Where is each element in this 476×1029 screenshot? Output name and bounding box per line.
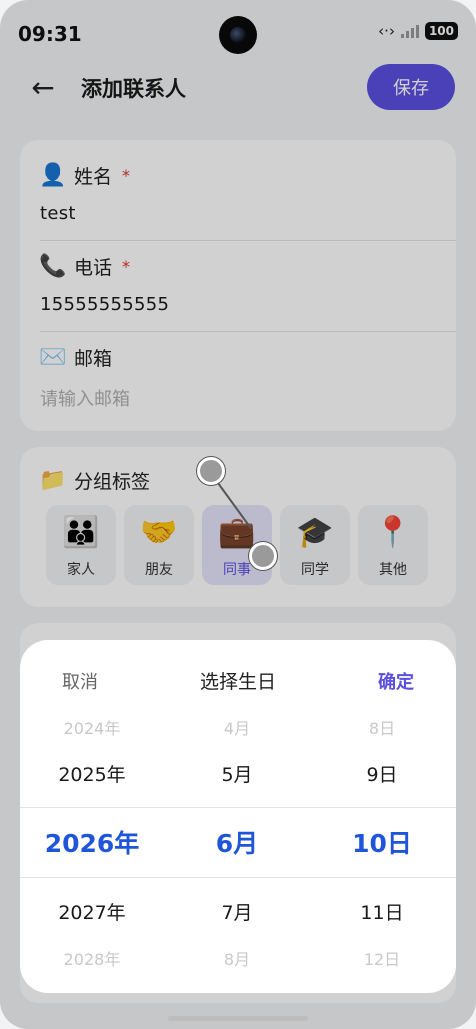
year-option-selected[interactable]: 2026年 <box>22 824 162 860</box>
year-option[interactable]: 2028年 <box>22 946 162 970</box>
confirm-button[interactable]: 确定 <box>378 668 414 694</box>
month-option[interactable]: 8月 <box>167 946 307 970</box>
month-option[interactable]: 4月 <box>167 715 307 739</box>
month-option[interactable]: 7月 <box>167 898 307 925</box>
day-option[interactable]: 11日 <box>312 898 452 925</box>
day-option[interactable]: 12日 <box>312 946 452 970</box>
day-option[interactable]: 9日 <box>312 760 452 787</box>
month-option-selected[interactable]: 6月 <box>167 824 307 860</box>
touch-end-icon <box>249 542 277 570</box>
day-option[interactable]: 8日 <box>312 715 452 739</box>
touch-start-icon <box>197 457 225 485</box>
selection-bottom-line <box>20 877 456 878</box>
year-option[interactable]: 2024年 <box>22 715 162 739</box>
year-option[interactable]: 2025年 <box>22 760 162 787</box>
phone-screen: 09:31 ‹·› 100 ← 添加联系人 保存 👤 姓名 * test 📞 电… <box>0 0 476 1029</box>
selection-top-line <box>20 807 456 808</box>
month-option[interactable]: 5月 <box>167 760 307 787</box>
day-option-selected[interactable]: 10日 <box>312 824 452 860</box>
year-option[interactable]: 2027年 <box>22 898 162 925</box>
birthday-picker-sheet: 取消 选择生日 确定 2024年 2025年 2026年 2027年 2028年… <box>20 640 456 993</box>
home-indicator[interactable] <box>168 1016 308 1021</box>
